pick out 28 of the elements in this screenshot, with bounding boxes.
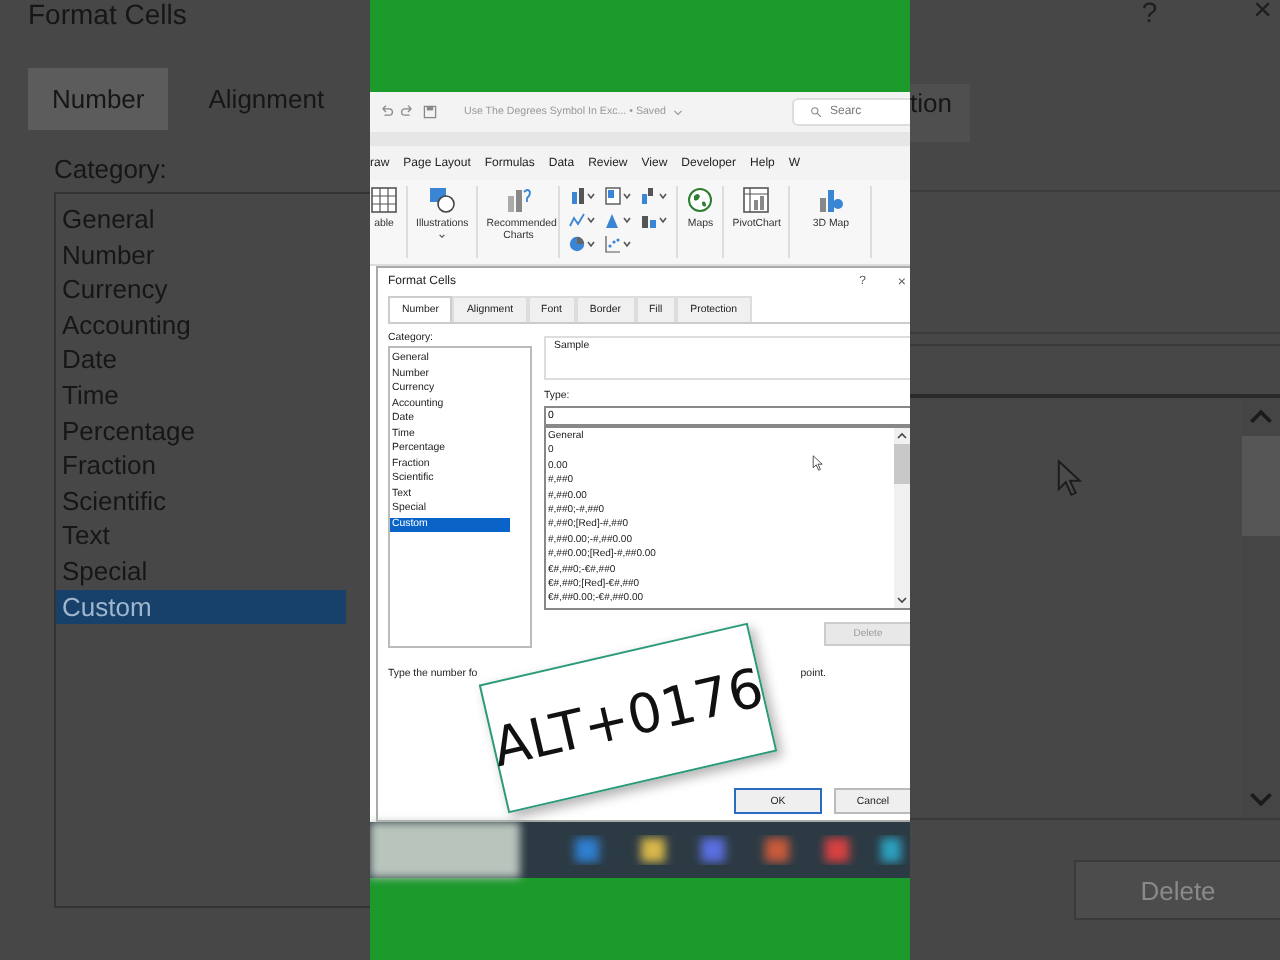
scatter-chart-icon[interactable]	[604, 234, 633, 254]
scroll-up-icon[interactable]	[894, 428, 910, 444]
undo-icon[interactable]	[378, 104, 394, 120]
map-chart-icon[interactable]	[816, 186, 845, 214]
globe-icon[interactable]	[686, 186, 715, 214]
chart-icon[interactable]	[504, 186, 533, 214]
cursor-icon	[1056, 458, 1084, 498]
waterfall-chart-icon[interactable]	[640, 186, 669, 206]
caret-icon[interactable]	[436, 230, 449, 242]
search-icon	[810, 106, 822, 118]
hierarchy-chart-icon[interactable]	[604, 186, 633, 206]
shapes-icon[interactable]	[428, 186, 457, 214]
pie-chart-icon[interactable]	[568, 234, 597, 254]
statistic-chart-icon[interactable]	[604, 210, 633, 230]
scroll-thumb[interactable]	[894, 444, 910, 484]
combo-chart-icon[interactable]	[640, 210, 669, 230]
redo-icon[interactable]	[400, 104, 416, 120]
scrollbar[interactable]	[894, 428, 910, 608]
pivot-chart-icon[interactable]	[742, 186, 771, 214]
blurred-search-box[interactable]	[370, 822, 520, 878]
category-item[interactable]: Custom	[56, 589, 346, 625]
cursor-icon	[812, 454, 824, 472]
save-icon[interactable]	[422, 104, 438, 120]
chevron-icon[interactable]	[671, 106, 684, 118]
table-icon[interactable]	[370, 186, 398, 214]
line-chart-icon[interactable]	[568, 210, 597, 230]
column-chart-icon[interactable]	[568, 186, 597, 206]
scroll-down-icon[interactable]	[894, 592, 910, 608]
